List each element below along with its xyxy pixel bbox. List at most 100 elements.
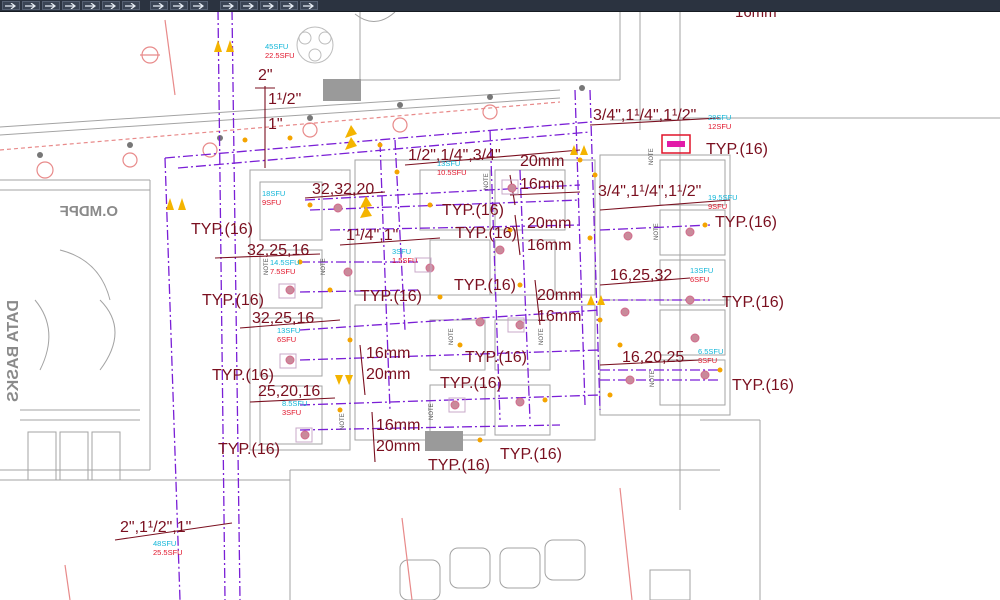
dim-label: 20mm (527, 215, 571, 232)
dim-label: 3/4",1¹/4",1¹/2" (598, 183, 701, 200)
typ-label: TYP.(16) (191, 221, 253, 238)
arrow-right-icon (25, 3, 36, 9)
sfu-label: 25.5SFU (153, 548, 183, 557)
architecture-layer (0, 10, 1000, 600)
arrow-right-icon (5, 3, 16, 9)
dim-label: 1¹/2" (268, 91, 301, 108)
fixture-boxes (278, 179, 525, 443)
arrow-button-2[interactable] (22, 1, 40, 10)
arrow-right-icon (105, 3, 116, 9)
typ-label: TYP.(16) (454, 277, 516, 294)
arrow-right-icon (125, 3, 136, 9)
sfu-label: 6SFU (690, 275, 709, 284)
arrow-button-13[interactable] (260, 1, 278, 10)
sfu-label: 19.5SFU (708, 193, 738, 202)
dim-label: 16mm (366, 345, 410, 362)
sfu-label: 6.5SFU (698, 347, 723, 356)
dim-label: 25,20,16 (258, 383, 320, 400)
vent-symbols (37, 85, 585, 158)
sfu-label: 6SFU (277, 335, 296, 344)
sfu-label: 22.5SFU (265, 51, 295, 60)
arrow-button-10[interactable] (190, 1, 208, 10)
sfu-label: 10.5SFU (437, 168, 467, 177)
arrow-right-icon (303, 3, 314, 9)
typ-label: TYP.(16) (455, 225, 517, 242)
arrow-button-7[interactable] (122, 1, 140, 10)
arrow-right-icon (45, 3, 56, 9)
arrow-button-5[interactable] (82, 1, 100, 10)
note-label: NOTE (429, 403, 435, 420)
room-label-data: DATA BASKS (5, 300, 22, 402)
note-label: NOTE (340, 413, 346, 430)
arrow-right-icon (153, 3, 164, 9)
arrow-right-icon (193, 3, 204, 9)
tree-icon (296, 26, 334, 64)
sfu-label: 7.5SFU (270, 267, 295, 276)
dim-label: 2",1¹/2",1" (120, 519, 191, 536)
sfu-label: 3SFU (698, 356, 717, 365)
note-label: NOTE (484, 173, 490, 190)
typ-label: TYP.(16) (212, 367, 274, 384)
typ-label: TYP.(16) (428, 457, 490, 474)
typ-label: TYP.(16) (500, 446, 562, 463)
sfu-label: 8.5SFU (282, 399, 307, 408)
arrow-right-icon (283, 3, 294, 9)
sfu-label: 28SFU (708, 113, 731, 122)
dim-label: 16,20,25 (622, 349, 684, 366)
sfu-label: 9SFU (262, 198, 281, 207)
sfu-label: 13SFU (690, 266, 713, 275)
fixture-node-symbols (285, 183, 710, 440)
room-label-omdpf: O.MDPF (60, 203, 118, 220)
arrow-button-4[interactable] (62, 1, 80, 10)
arrow-button-12[interactable] (240, 1, 258, 10)
note-label: NOTE (449, 328, 455, 345)
sfu-label: 3SFU (392, 247, 411, 256)
sfu-label: 13SFU (277, 326, 300, 335)
arrow-button-14[interactable] (280, 1, 298, 10)
note-label: NOTE (539, 328, 545, 345)
dim-label: 20mm (376, 438, 420, 455)
dim-label: 20mm (520, 153, 564, 170)
note-label: NOTE (649, 148, 655, 165)
arrow-button-9[interactable] (170, 1, 188, 10)
typ-label: TYP.(16) (442, 202, 504, 219)
dim-label: 16mm (376, 417, 420, 434)
typ-label: TYP.(16) (218, 441, 280, 458)
dim-label: 1" (268, 116, 283, 133)
arrow-button-11[interactable] (220, 1, 238, 10)
typ-label: TYP.(16) (465, 349, 527, 366)
cad-drawing-canvas[interactable]: NOTE NOTE NOTE NOTE NOTE NOTE NOTE NOTE … (0, 0, 1000, 600)
arrow-button-1[interactable] (2, 1, 20, 10)
dim-label: 16mm (520, 176, 564, 193)
typ-label: TYP.(16) (202, 292, 264, 309)
note-label: NOTE (321, 258, 327, 275)
arrow-button-3[interactable] (42, 1, 60, 10)
typ-label: TYP.(16) (440, 375, 502, 392)
sfu-label: 12SFU (708, 122, 731, 131)
dim-label: 16mm (537, 308, 581, 325)
cad-toolbar (0, 0, 1000, 12)
arrow-button-6[interactable] (102, 1, 120, 10)
dim-label: 16mm (527, 237, 571, 254)
dim-label: 32,25,16 (247, 242, 309, 259)
arrow-right-icon (85, 3, 96, 9)
arrow-button-15[interactable] (300, 1, 318, 10)
sfu-label: 48SFU (153, 539, 176, 548)
arrow-right-icon (65, 3, 76, 9)
sfu-label: 3SFU (282, 408, 301, 417)
dim-label: 20mm (366, 366, 410, 383)
sfu-label: 9SFU (708, 202, 727, 211)
arrow-right-icon (223, 3, 234, 9)
riser-box-2 (425, 431, 463, 451)
dim-label: 3/4",1¹/4",1¹/2" (593, 107, 696, 124)
arrow-right-icon (263, 3, 274, 9)
typ-label: TYP.(16) (715, 214, 777, 231)
dim-label: 1¹/4",1" (346, 227, 398, 244)
dim-label: 20mm (537, 287, 581, 304)
sfu-label: 14.5SFU (270, 258, 300, 267)
arrow-button-8[interactable] (150, 1, 168, 10)
note-label: NOTE (654, 223, 660, 240)
dim-label: 2" (258, 67, 273, 84)
sfu-label: 18SFU (262, 189, 285, 198)
typ-label: TYP.(16) (706, 141, 768, 158)
